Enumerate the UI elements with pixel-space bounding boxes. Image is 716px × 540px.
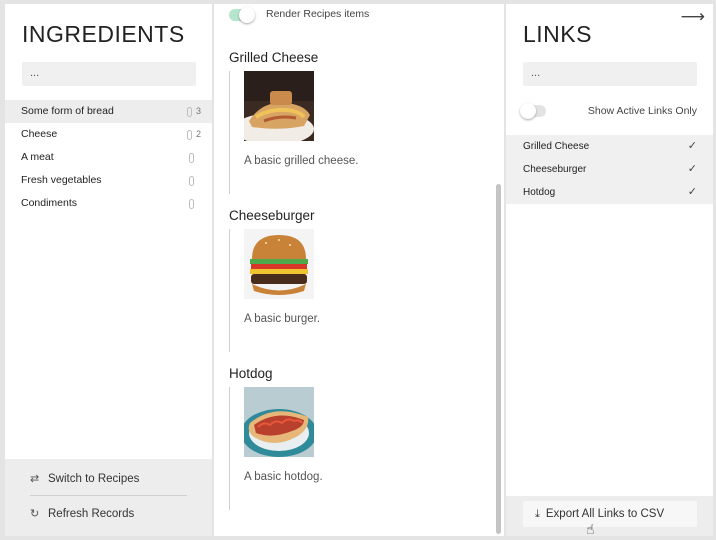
recipe-card: Hotdog A basic hotdog. <box>229 366 489 510</box>
paperclip-icon <box>189 199 194 209</box>
switch-label: Switch to Recipes <box>48 473 140 485</box>
toggle-knob <box>239 7 255 23</box>
links-footer: ⤓ Export All Links to CSV ☝ <box>506 496 713 536</box>
ingredients-list: Some form of bread 3 Cheese 2 A meat Fre… <box>5 100 212 215</box>
paperclip-icon <box>187 130 192 140</box>
link-label: Cheeseburger <box>523 164 587 175</box>
scrollbar-thumb[interactable] <box>496 184 501 534</box>
link-label: Grilled Cheese <box>523 141 590 152</box>
refresh-icon: ↻ <box>30 508 40 520</box>
links-panel: ⟶ LINKS ... Show Active Links Only Grill… <box>506 4 713 536</box>
recipe-description: A basic grilled cheese. <box>244 155 359 167</box>
export-csv-button[interactable]: ⤓ Export All Links to CSV <box>523 501 697 527</box>
link-item[interactable]: Grilled Cheese ✓ <box>506 135 713 158</box>
ingredients-search-input[interactable]: ... <box>22 62 196 86</box>
ingredients-footer: ⇄ Switch to Recipes ↻ Refresh Records <box>5 459 212 536</box>
refresh-records-button[interactable]: ↻ Refresh Records <box>30 507 134 520</box>
ingredient-item[interactable]: Cheese 2 <box>5 123 212 146</box>
ingredient-item[interactable]: Fresh vegetables <box>5 169 212 192</box>
ingredient-link-count: 2 <box>195 129 201 139</box>
render-recipes-toggle[interactable] <box>229 7 255 23</box>
switch-to-recipes-button[interactable]: ⇄ Switch to Recipes <box>30 472 139 485</box>
ingredient-label: Condiments <box>21 197 78 209</box>
arrow-right-icon[interactable]: ⟶ <box>681 7 705 27</box>
recipe-body: A basic hotdog. <box>229 387 489 510</box>
cheeseburger-image <box>244 229 314 299</box>
ingredient-item[interactable]: Condiments <box>5 192 212 215</box>
check-icon: ✓ <box>687 140 697 152</box>
recipe-name[interactable]: Grilled Cheese <box>229 50 489 65</box>
swap-arrows-icon: ⇄ <box>30 473 40 485</box>
render-recipes-label: Render Recipes items <box>266 8 370 20</box>
hand-pointer-icon: ☝ <box>586 521 595 536</box>
link-item[interactable]: Hotdog ✓ <box>506 181 713 204</box>
link-item[interactable]: Cheeseburger ✓ <box>506 158 713 181</box>
ingredient-label: Cheese <box>21 128 58 140</box>
active-links-toggle[interactable] <box>520 103 546 119</box>
recipe-description: A basic burger. <box>244 313 321 325</box>
active-links-label: Show Active Links Only <box>587 105 697 117</box>
ingredient-label: Fresh vegetables <box>21 174 102 186</box>
download-icon: ⤓ <box>535 508 540 520</box>
refresh-label: Refresh Records <box>48 508 135 520</box>
ingredients-title: INGREDIENTS <box>22 21 185 47</box>
recipe-body: A basic grilled cheese. <box>229 71 489 194</box>
links-list: Grilled Cheese ✓ Cheeseburger ✓ Hotdog ✓ <box>506 135 713 204</box>
paperclip-icon <box>187 107 192 117</box>
recipe-name[interactable]: Hotdog <box>229 366 489 381</box>
recipe-body: A basic burger. <box>229 229 489 352</box>
recipe-description: A basic hotdog. <box>244 471 323 483</box>
recipe-card: Cheeseburger A basic burger. <box>229 208 489 352</box>
ingredient-item[interactable]: A meat <box>5 146 212 169</box>
paperclip-icon <box>189 153 194 163</box>
toggle-knob <box>520 103 536 119</box>
links-title: LINKS <box>523 21 592 47</box>
ingredient-label: A meat <box>21 151 54 163</box>
ingredient-label: Some form of bread <box>21 105 114 117</box>
check-icon: ✓ <box>687 163 697 175</box>
recipes-scrollbar[interactable] <box>494 4 504 536</box>
hotdog-image <box>244 387 314 457</box>
recipe-name[interactable]: Cheeseburger <box>229 208 489 223</box>
links-search-input[interactable]: ... <box>523 62 697 86</box>
ingredient-link-count: 3 <box>195 106 201 116</box>
link-label: Hotdog <box>523 187 556 198</box>
footer-divider <box>30 495 187 496</box>
check-icon: ✓ <box>687 186 697 198</box>
recipe-card: Grilled Cheese A basic grilled cheese. <box>229 50 489 194</box>
paperclip-icon <box>189 176 194 186</box>
recipes-panel: Render Recipes items Grilled Cheese A ba… <box>214 4 504 536</box>
export-label: Export All Links to CSV <box>545 508 665 520</box>
grilled-cheese-image <box>244 71 314 141</box>
ingredients-panel: INGREDIENTS ... Some form of bread 3 Che… <box>5 4 212 536</box>
ingredient-item[interactable]: Some form of bread 3 <box>5 100 212 123</box>
